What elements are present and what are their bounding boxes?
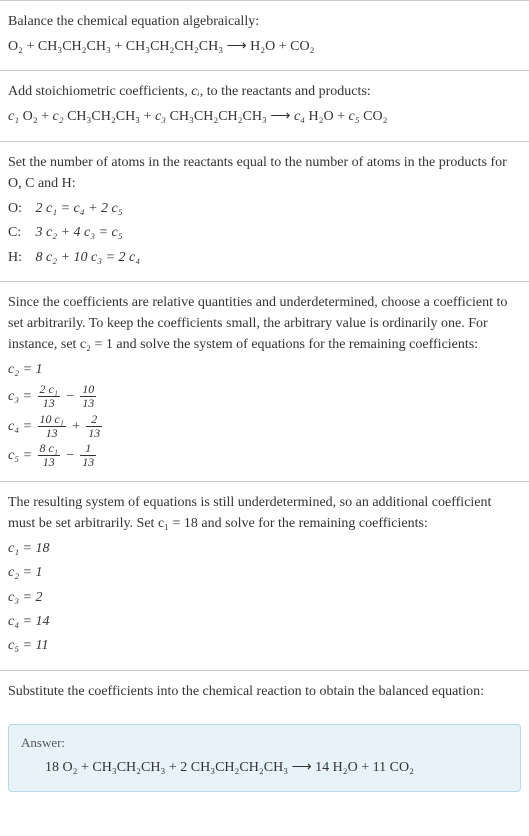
c5-frac1: 8 c₁13 [38,442,60,469]
c3-num1: 2 c₁ [38,383,60,397]
s2: CH₃CH₂CH₃ + [64,109,155,124]
ci-symbol: cᵢ [191,84,199,99]
s1: O₂ + [19,109,52,124]
final-c4: c₄ = 14 [8,611,521,633]
c2: c₂ [52,109,63,124]
c4-mid: + [68,418,84,433]
c5-frac2: 113 [80,442,96,469]
unbalanced-equation: O₂ + CH₃CH₂CH₃ + CH₃CH₂CH₂CH₃ ⟶ H₂O + CO… [8,36,521,58]
c2-rhs: 1 [36,362,43,377]
eq-H: 8 c₂ + 10 c₃ = 2 c₄ [36,250,141,265]
c4-frac2: 213 [86,413,102,440]
parametric-text: Since the coefficients are relative quan… [8,292,521,355]
c1: c₁ [8,109,19,124]
balance-row-C: C: 3 c₂ + 4 c₃ = c₅ [8,222,521,244]
balanced-equation: 18 O₂ + CH₃CH₂CH₃ + 2 CH₃CH₂CH₂CH₃ ⟶ 14 … [21,757,508,779]
eq-C: 3 c₂ + 4 c₃ = c₅ [36,225,123,240]
s5: CO₂ [360,109,388,124]
c5: c₅ [349,109,360,124]
atom-balance-text: Set the number of atoms in the reactants… [8,152,521,194]
param-c3: c₃ = 2 c₁13 − 1013 [8,383,521,410]
c3-frac2: 1013 [80,383,96,410]
c4-lhs: c₄ = [8,418,36,433]
section-atom-balance: Set the number of atoms in the reactants… [0,141,529,281]
c5-den2: 13 [80,456,96,469]
c5-den1: 13 [38,456,60,469]
final-c1: c₁ = 18 [8,538,521,560]
c3: c₃ [155,109,166,124]
eq-O: 2 c₁ = c₄ + 2 c₅ [36,201,123,216]
c4-num2: 2 [86,413,102,427]
c5-lhs: c₅ = [8,448,36,463]
c3-num2: 10 [80,383,96,397]
substitute-text: Substitute the coefficients into the che… [8,681,521,702]
section-balance-intro: Balance the chemical equation algebraica… [0,0,529,70]
section-substitute: Substitute the coefficients into the che… [0,670,529,716]
c4-den1: 13 [38,427,66,440]
final-coeffs-text: The resulting system of equations is sti… [8,492,521,534]
final-c2: c₂ = 1 [8,562,521,584]
c4-den2: 13 [86,427,102,440]
c3-frac1: 2 c₁13 [38,383,60,410]
c5-num1: 8 c₁ [38,442,60,456]
s3: CH₃CH₂CH₂CH₃ ⟶ [166,109,294,124]
c5-mid: − [62,448,78,463]
coefficient-equation: c₁ O₂ + c₂ CH₃CH₂CH₃ + c₃ CH₃CH₂CH₂CH₃ ⟶… [8,106,521,128]
elem-C: C: [8,222,32,244]
balance-row-O: O: 2 c₁ = c₄ + 2 c₅ [8,198,521,220]
text-a: Add stoichiometric coefficients, [8,84,191,99]
c4-frac1: 10 c₁13 [38,413,66,440]
elem-O: O: [8,198,32,220]
section-add-coefficients: Add stoichiometric coefficients, cᵢ, to … [0,70,529,140]
answer-label: Answer: [21,735,508,751]
c4-num1: 10 c₁ [38,413,66,427]
final-c5: c₅ = 11 [8,635,521,657]
balance-row-H: H: 8 c₂ + 10 c₃ = 2 c₄ [8,247,521,269]
s4: H₂O + [305,109,349,124]
param-c5: c₅ = 8 c₁13 − 113 [8,442,521,469]
section-final-coeffs: The resulting system of equations is sti… [0,481,529,670]
param-c4: c₄ = 10 c₁13 + 213 [8,413,521,440]
text-b: , to the reactants and products: [200,84,371,99]
add-coeff-text: Add stoichiometric coefficients, cᵢ, to … [8,81,521,102]
c2-lhs: c₂ = [8,362,36,377]
intro-text: Balance the chemical equation algebraica… [8,11,521,32]
c4: c₄ [294,109,305,124]
c3-mid: − [62,389,78,404]
c3-den2: 13 [80,397,96,410]
c3-den1: 13 [38,397,60,410]
section-parametric: Since the coefficients are relative quan… [0,281,529,481]
c5-num2: 1 [80,442,96,456]
final-c3: c₃ = 2 [8,587,521,609]
c3-lhs: c₃ = [8,389,36,404]
elem-H: H: [8,247,32,269]
answer-box: Answer: 18 O₂ + CH₃CH₂CH₃ + 2 CH₃CH₂CH₂C… [8,724,521,792]
param-c2: c₂ = 1 [8,359,521,381]
